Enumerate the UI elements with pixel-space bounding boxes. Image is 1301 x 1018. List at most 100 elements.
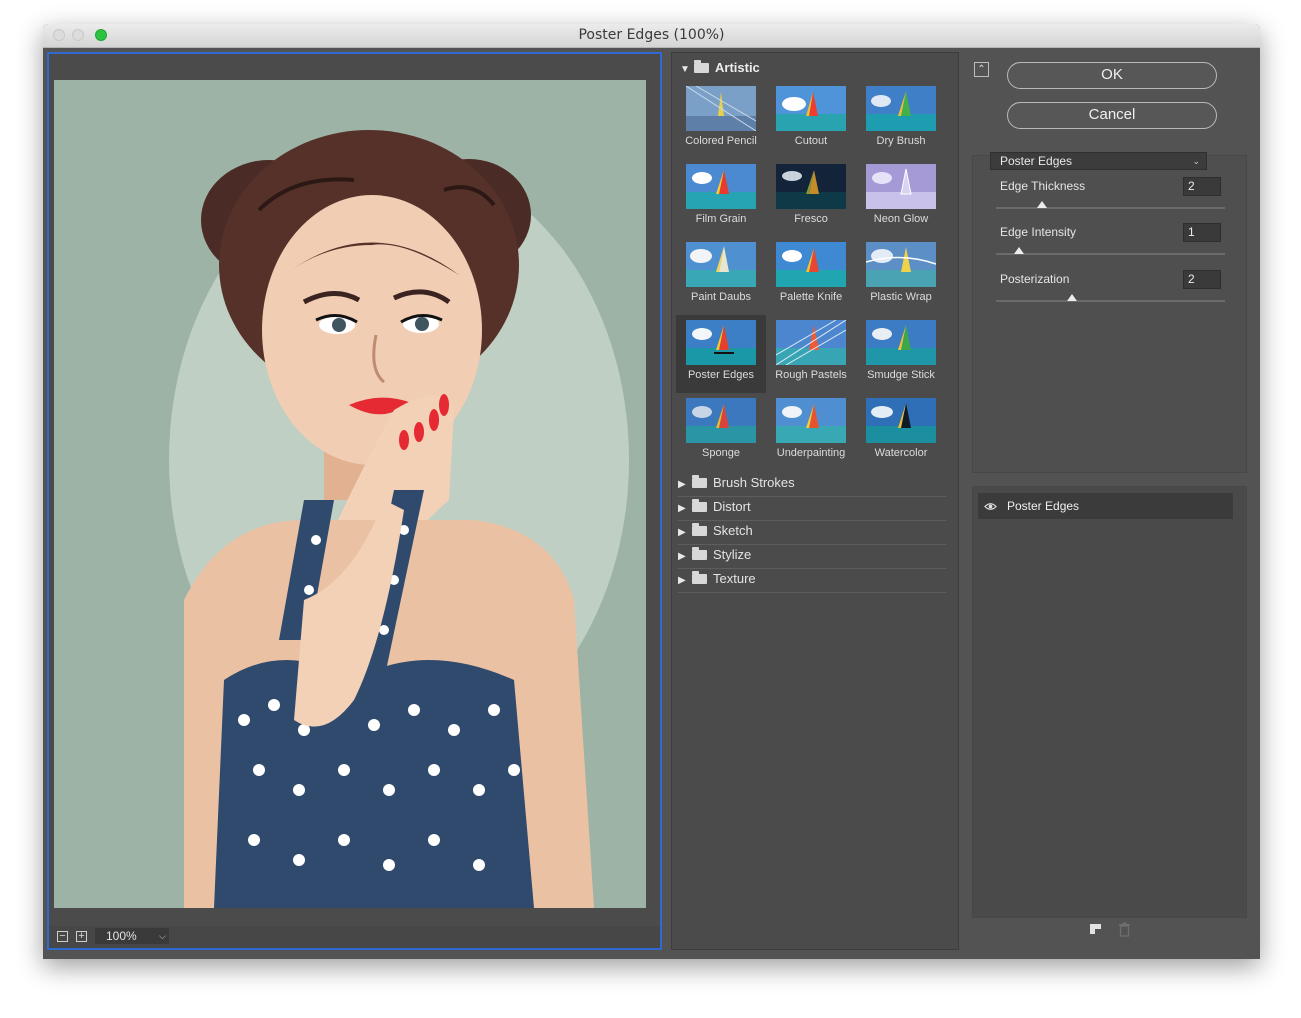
disclosure-closed-icon: ▶ [678,479,686,490]
disclosure-closed-icon: ▶ [678,575,686,586]
effect-layers-panel: Poster Edges [972,486,1247,918]
title-bar: Poster Edges (100%) [43,24,1260,48]
filter-thumb-palette-knife[interactable]: Palette Knife [766,237,856,315]
category-artistic-label: Artistic [715,60,760,75]
category-label: Distort [713,499,751,514]
category-sketch[interactable]: ▶ Sketch [678,520,946,545]
preview-image[interactable] [54,80,646,908]
disclosure-open-icon: ▼ [680,64,690,75]
new-effect-layer-icon[interactable] [1089,922,1104,936]
category-artistic[interactable]: ▼ Artistic [680,60,760,75]
filter-label: Poster Edges [687,369,755,381]
preview-panel: − + 100% ⌵ [47,52,662,950]
thumbnail-image [866,320,936,365]
filter-thumb-watercolor[interactable]: Watercolor [856,393,946,471]
settings-panel: ⌃ OK Cancel Poster Edges ⌄ Edge Thickness… [967,52,1256,950]
zoom-out-button[interactable]: − [57,931,68,942]
filter-label: Plastic Wrap [870,291,932,303]
folder-icon [692,523,707,536]
slider-knob[interactable] [1013,247,1024,254]
thumbnail-image [776,320,846,365]
cancel-button[interactable]: Cancel [1007,102,1217,129]
filter-thumb-neon-glow[interactable]: Neon Glow [856,159,946,237]
collapse-icon[interactable]: ⌃ [974,62,989,77]
filter-thumb-smudge-stick[interactable]: Smudge Stick [856,315,946,393]
thumbnail-image [776,164,846,209]
slider-knob[interactable] [1066,294,1077,301]
effect-layer-label: Poster Edges [1007,499,1080,513]
disclosure-closed-icon: ▶ [678,503,686,514]
effect-layer-row[interactable]: Poster Edges [978,493,1233,519]
category-label: Sketch [713,523,753,538]
filter-thumb-poster-edges[interactable]: Poster Edges [676,315,766,393]
category-brush-strokes[interactable]: ▶ Brush Strokes [678,472,946,497]
filter-label: Smudge Stick [867,369,935,381]
edge-thickness-slider[interactable] [996,201,1225,209]
folder-icon [692,547,707,560]
thumbnail-image [866,398,936,443]
ok-button[interactable]: OK [1007,62,1217,89]
category-texture[interactable]: ▶ Texture [678,568,946,593]
posterization-input[interactable]: 2 [1183,270,1221,289]
filter-thumb-fresco[interactable]: Fresco [766,159,856,237]
filter-label: Underpainting [776,447,846,459]
chevron-down-icon: ⌄ [1192,156,1200,166]
zoom-in-button[interactable]: + [76,931,87,942]
category-label: Stylize [713,547,752,562]
filter-settings: Poster Edges ⌄ Edge Thickness 2 Edge Inte… [972,152,1247,473]
thumbnail-image [776,86,846,131]
thumbnail-image [686,398,756,443]
zoom-level-field[interactable]: 100% [95,928,169,944]
eye-icon[interactable] [984,500,997,513]
filter-label: Sponge [702,447,740,459]
filter-select-value: Poster Edges [1000,154,1073,168]
filter-label: Paint Daubs [691,291,751,303]
zoom-level-value: 100% [106,929,137,943]
filter-label: Palette Knife [779,291,843,303]
folder-icon [692,499,707,512]
filter-thumb-colored-pencil[interactable]: Colored Pencil [676,81,766,159]
filter-label: Dry Brush [876,135,926,147]
thumbnail-image [686,242,756,287]
thumbnail-image [866,86,936,131]
portrait-illustration [54,80,646,908]
zoom-bar: − + 100% ⌵ [49,926,660,948]
filter-label: Rough Pastels [775,369,847,381]
filter-gallery-window: Poster Edges (100%) − + 100% ⌵ ▼ Artisti… [43,24,1260,959]
filter-thumb-underpainting[interactable]: Underpainting [766,393,856,471]
filter-thumb-rough-pastels[interactable]: Rough Pastels [766,315,856,393]
edge-intensity-input[interactable]: 1 [1183,223,1221,242]
filter-label: Fresco [794,213,828,225]
folder-icon [694,60,709,73]
filter-thumb-dry-brush[interactable]: Dry Brush [856,81,946,159]
filter-select[interactable]: Poster Edges ⌄ [990,152,1207,170]
thumbnail-image [686,320,756,365]
thumbnail-image [776,398,846,443]
thumbnail-image [686,164,756,209]
thumbnail-image [866,164,936,209]
thumbnail-image [866,242,936,287]
trash-icon[interactable] [1118,922,1131,937]
filter-label: Watercolor [874,447,928,459]
posterization-slider[interactable] [996,294,1225,302]
chevron-down-icon[interactable]: ⌵ [159,928,166,944]
folder-icon [692,475,707,488]
filter-thumb-film-grain[interactable]: Film Grain [676,159,766,237]
param-label-edge-intensity: Edge Intensity [1000,225,1077,239]
param-label-posterization: Posterization [1000,272,1070,286]
filter-thumb-paint-daubs[interactable]: Paint Daubs [676,237,766,315]
category-distort[interactable]: ▶ Distort [678,496,946,521]
category-label: Texture [713,571,756,586]
category-stylize[interactable]: ▶ Stylize [678,544,946,569]
filter-thumb-cutout[interactable]: Cutout [766,81,856,159]
disclosure-closed-icon: ▶ [678,527,686,538]
filter-label: Film Grain [695,213,747,225]
category-label: Brush Strokes [713,475,795,490]
filter-thumb-plastic-wrap[interactable]: Plastic Wrap [856,237,946,315]
param-label-edge-thickness: Edge Thickness [1000,179,1086,193]
slider-knob[interactable] [1036,201,1047,208]
filter-thumb-sponge[interactable]: Sponge [676,393,766,471]
edge-thickness-input[interactable]: 2 [1183,177,1221,196]
filter-browser: ▼ Artistic Colored Pencil Cutout Dry Brus… [671,52,959,950]
edge-intensity-slider[interactable] [996,247,1225,255]
